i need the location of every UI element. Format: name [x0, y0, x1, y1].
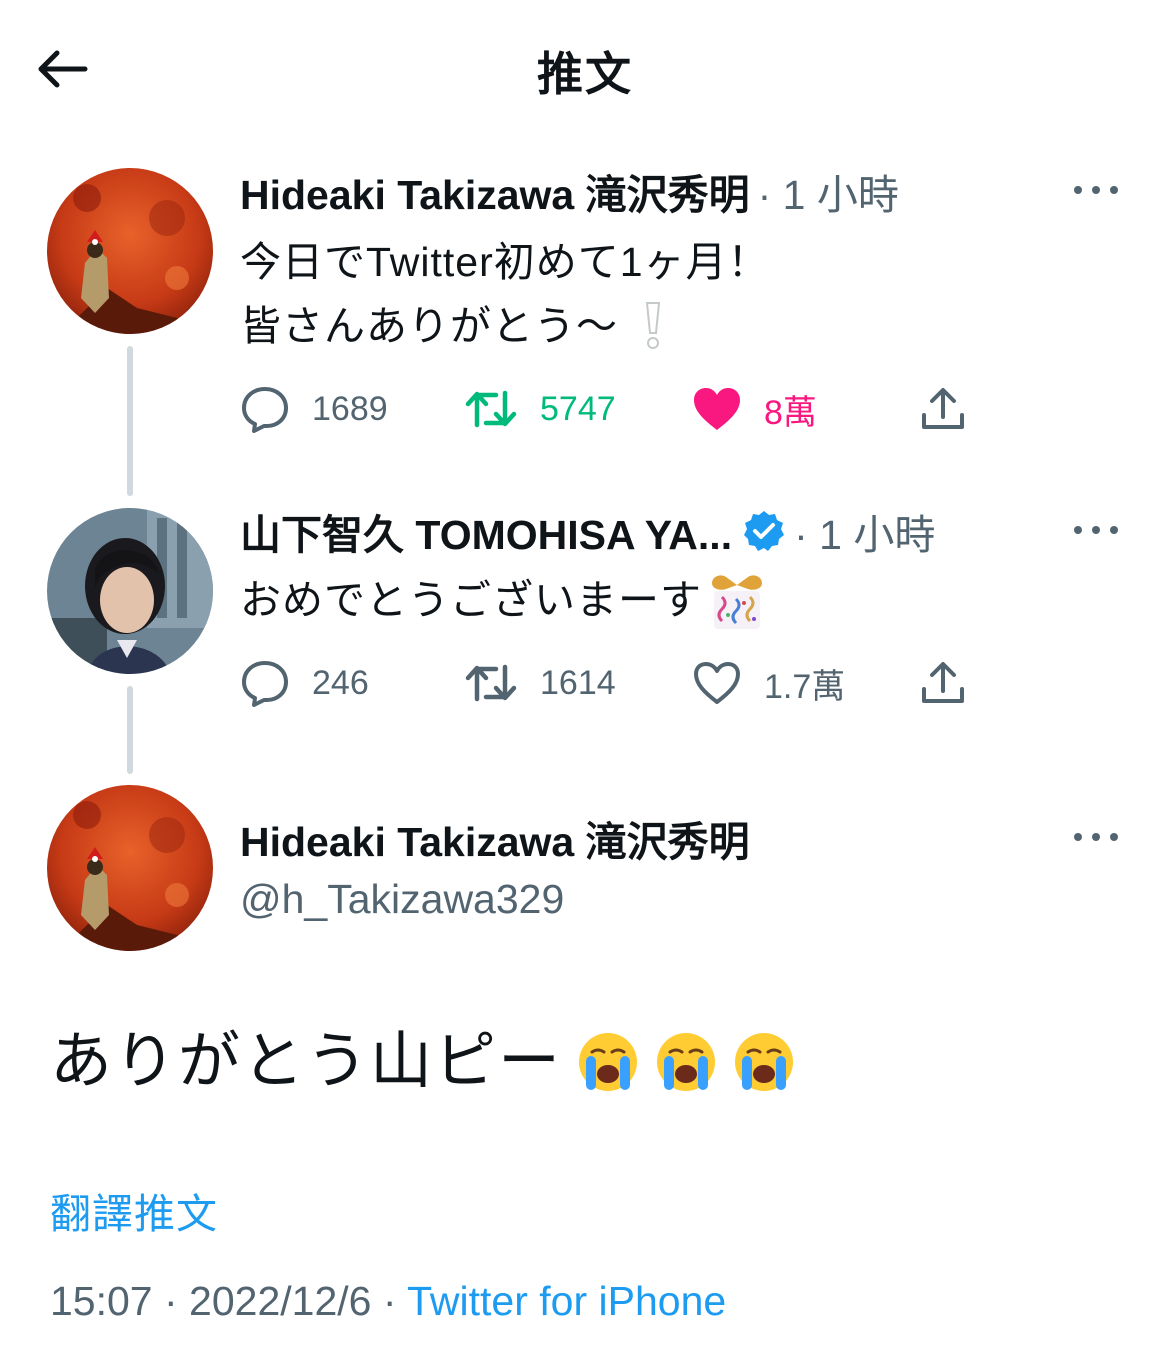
reply-button[interactable]: 1689 [240, 384, 388, 434]
reply-icon [242, 661, 288, 707]
tweet-2-header: 山下智久 TOMOHISA YA... · 1 小時 [240, 505, 935, 558]
tweet-text-line: 今日でTwitter初めて1ヶ月！ [240, 239, 770, 285]
retweet-button[interactable]: 5747 [464, 384, 616, 434]
tweet-time[interactable]: · 1 小時 [794, 501, 935, 561]
more-dot [1074, 526, 1082, 534]
avatar-yamashita[interactable] [47, 508, 213, 674]
more-dot [1074, 833, 1082, 841]
main-tweet-header: Hideaki Takizawa 滝沢秀明 [240, 812, 750, 865]
retweet-icon [465, 390, 517, 428]
share-button[interactable] [920, 384, 966, 434]
tweet-1-actions: 1689 5747 8萬 [240, 384, 1000, 434]
tweet-text-line: おめでとうございまーす [240, 577, 702, 623]
tweet-1-header: Hideaki Takizawa 滝沢秀明 · 1 小時 [240, 165, 899, 218]
reply-count: 1689 [312, 389, 388, 428]
retweet-count: 5747 [540, 389, 616, 428]
more-dot [1074, 186, 1082, 194]
more-dot [1110, 186, 1118, 194]
top-bar: 推文 [0, 0, 1170, 135]
more-dot [1092, 833, 1100, 841]
tweet-2-text: おめでとうございまーす [240, 568, 768, 632]
heart-outline-icon [694, 662, 740, 704]
user-handle[interactable]: @h_Takizawa329 [240, 876, 564, 923]
more-dot [1110, 833, 1118, 841]
more-options-button[interactable] [1068, 175, 1124, 205]
reply-icon [242, 387, 288, 433]
loudly-crying-face-icon [579, 1033, 638, 1091]
page-title: 推文 [537, 48, 633, 100]
main-tweet-text: ありがとう山ピー [50, 1022, 796, 1102]
like-count: 1.7萬 [764, 667, 846, 706]
more-dot [1092, 186, 1100, 194]
tweet-text-line-2: 皆さんありがとう～ [240, 294, 770, 358]
thread-connector [127, 346, 133, 496]
more-dot [1110, 526, 1118, 534]
retweet-count: 1614 [540, 663, 616, 702]
heart-filled-icon [694, 388, 740, 430]
retweet-button[interactable]: 1614 [464, 658, 616, 708]
share-button[interactable] [920, 658, 966, 708]
reply-count: 246 [312, 663, 369, 702]
more-dot [1092, 526, 1100, 534]
like-count: 8萬 [764, 393, 817, 432]
translate-tweet-link[interactable]: 翻譯推文 [50, 1180, 218, 1240]
display-name[interactable]: Hideaki Takizawa 滝沢秀明 [240, 808, 750, 868]
party-popper-icon [712, 575, 762, 629]
share-icon [922, 662, 964, 703]
tweet-timestamp: 15:07 · 2022/12/6 · [50, 1278, 408, 1324]
display-name[interactable]: Hideaki Takizawa 滝沢秀明 [240, 161, 750, 221]
avatar-image [47, 168, 213, 334]
like-button[interactable]: 1.7萬 [692, 658, 845, 708]
main-tweet-text-body: ありがとう山ピー [50, 1027, 563, 1096]
more-options-button[interactable] [1068, 822, 1124, 852]
tweet-meta: 15:07 · 2022/12/6 · Twitter for iPhone [50, 1278, 726, 1325]
reply-button[interactable]: 246 [240, 658, 369, 708]
retweet-icon [465, 664, 517, 702]
loudly-crying-face-icon [657, 1033, 716, 1091]
thread-connector [127, 686, 133, 774]
display-name[interactable]: 山下智久 TOMOHISA YA... [240, 501, 732, 561]
avatar-takizawa[interactable] [47, 785, 213, 951]
tweet-source-link[interactable]: Twitter for iPhone [407, 1278, 726, 1324]
loudly-crying-face-icon [735, 1033, 794, 1091]
like-button[interactable]: 8萬 [692, 384, 817, 434]
white-exclamation-icon [645, 302, 661, 349]
tweet-text-line: 皆さんありがとう～ [240, 303, 618, 349]
tweet-time[interactable]: · 1 小時 [758, 161, 899, 221]
more-options-button[interactable] [1068, 515, 1124, 545]
verified-badge-icon [742, 509, 786, 553]
share-icon [922, 388, 964, 429]
avatar-image [47, 785, 213, 951]
avatar-takizawa[interactable] [47, 168, 213, 334]
tweet-2-actions: 246 1614 1.7萬 [240, 658, 1000, 708]
tweet-1-text: 今日でTwitter初めて1ヶ月！ 皆さんありがとう～ [240, 230, 770, 358]
avatar-image [47, 508, 213, 674]
